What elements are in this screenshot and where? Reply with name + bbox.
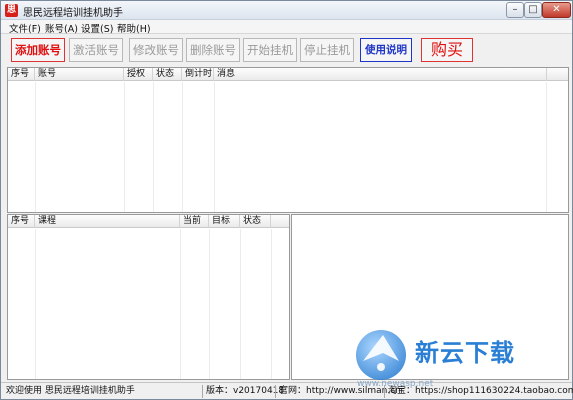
grid-line <box>182 82 183 212</box>
col-index[interactable]: 序号 <box>8 68 35 81</box>
courses-table-header: 序号 课程 当前 目标 状态 <box>8 215 289 228</box>
col-status[interactable]: 状态 <box>153 68 182 81</box>
menu-account[interactable]: 账号(A) <box>45 21 78 35</box>
accounts-table-header: 序号 账号 授权 状态 倒计时 消息 <box>8 68 568 81</box>
status-welcome: 欢迎使用 思民远程培训挂机助手 <box>6 386 135 396</box>
minimize-button[interactable]: – <box>506 2 524 18</box>
window-title: 思民远程培训挂机助手 <box>23 8 123 19</box>
log-panel[interactable] <box>291 214 569 380</box>
courses-table[interactable]: 序号 课程 当前 目标 状态 <box>7 214 290 380</box>
app-window: 思 思民远程培训挂机助手 – □ ✕ 文件(F) 账号(A) 设置(S) 帮助(… <box>0 0 573 400</box>
col-target[interactable]: 目标 <box>209 215 240 228</box>
col-current[interactable]: 当前 <box>180 215 209 228</box>
toolbar: 添加账号 激活账号 修改账号 删除账号 开始挂机 停止挂机 使用说明 购买 <box>1 34 572 64</box>
col-course-name[interactable]: 课程 <box>35 215 180 228</box>
edit-account-button[interactable]: 修改账号 <box>129 38 183 62</box>
minimize-icon: – <box>512 4 518 15</box>
maximize-icon: □ <box>528 4 538 15</box>
title-bar[interactable]: 思 思民远程培训挂机助手 – □ ✕ <box>1 1 572 20</box>
col-license[interactable]: 授权 <box>124 68 153 81</box>
col-course-status[interactable]: 状态 <box>240 215 271 228</box>
accounts-table[interactable]: 序号 账号 授权 状态 倒计时 消息 <box>7 67 569 213</box>
grid-line <box>180 229 181 379</box>
status-version: 版本：v20170418 <box>206 386 285 396</box>
grid-line <box>214 82 215 212</box>
stop-hangup-button[interactable]: 停止挂机 <box>300 38 354 62</box>
status-divider <box>202 385 203 398</box>
status-website[interactable]: 官网：http://www.silman.cn <box>279 385 401 398</box>
maximize-button[interactable]: □ <box>524 2 542 18</box>
grid-line <box>271 229 272 379</box>
grid-line <box>153 82 154 212</box>
app-icon: 思 <box>5 4 18 17</box>
status-taobao[interactable]: 淘宝：https://shop111630224.taobao.com <box>388 385 573 398</box>
col-message[interactable]: 消息 <box>214 68 547 81</box>
menu-bar: 文件(F) 账号(A) 设置(S) 帮助(H) <box>1 20 572 35</box>
grid-line <box>35 229 36 379</box>
start-hangup-button[interactable]: 开始挂机 <box>243 38 297 62</box>
status-divider <box>384 385 385 398</box>
col-account[interactable]: 账号 <box>35 68 124 81</box>
grid-line <box>35 82 36 212</box>
delete-account-button[interactable]: 删除账号 <box>186 38 240 62</box>
grid-line <box>546 82 547 212</box>
close-button[interactable]: ✕ <box>542 2 571 18</box>
status-divider <box>275 385 276 398</box>
buy-button[interactable]: 购买 <box>421 38 473 62</box>
activate-account-button[interactable]: 激活账号 <box>69 38 123 62</box>
grid-line <box>240 229 241 379</box>
manual-button[interactable]: 使用说明 <box>360 38 412 62</box>
col-course-index[interactable]: 序号 <box>8 215 35 228</box>
grid-line <box>124 82 125 212</box>
menu-settings[interactable]: 设置(S) <box>81 21 113 35</box>
menu-help[interactable]: 帮助(H) <box>117 21 151 35</box>
add-account-button[interactable]: 添加账号 <box>11 38 65 62</box>
col-countdown[interactable]: 倒计时 <box>182 68 214 81</box>
close-icon: ✕ <box>552 4 561 15</box>
status-bar: 欢迎使用 思民远程培训挂机助手 版本：v20170418 官网：http://w… <box>1 382 573 399</box>
menu-file[interactable]: 文件(F) <box>9 21 41 35</box>
grid-line <box>209 229 210 379</box>
